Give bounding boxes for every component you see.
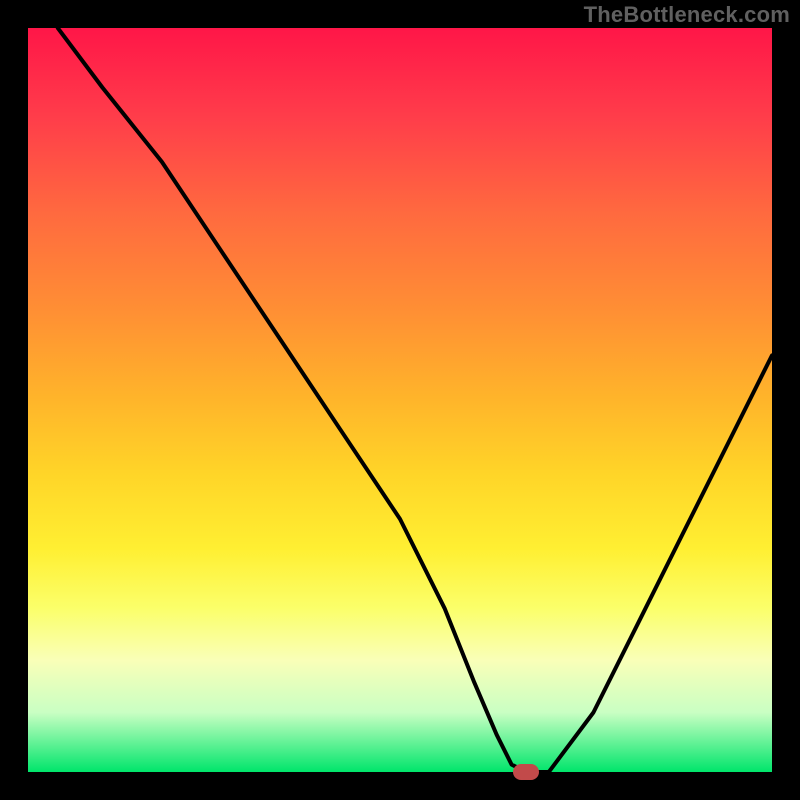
chart-frame: TheBottleneck.com	[0, 0, 800, 800]
optimal-marker	[513, 764, 539, 780]
plot-area	[28, 28, 772, 772]
watermark-text: TheBottleneck.com	[584, 2, 790, 28]
bottleneck-curve	[28, 28, 772, 772]
